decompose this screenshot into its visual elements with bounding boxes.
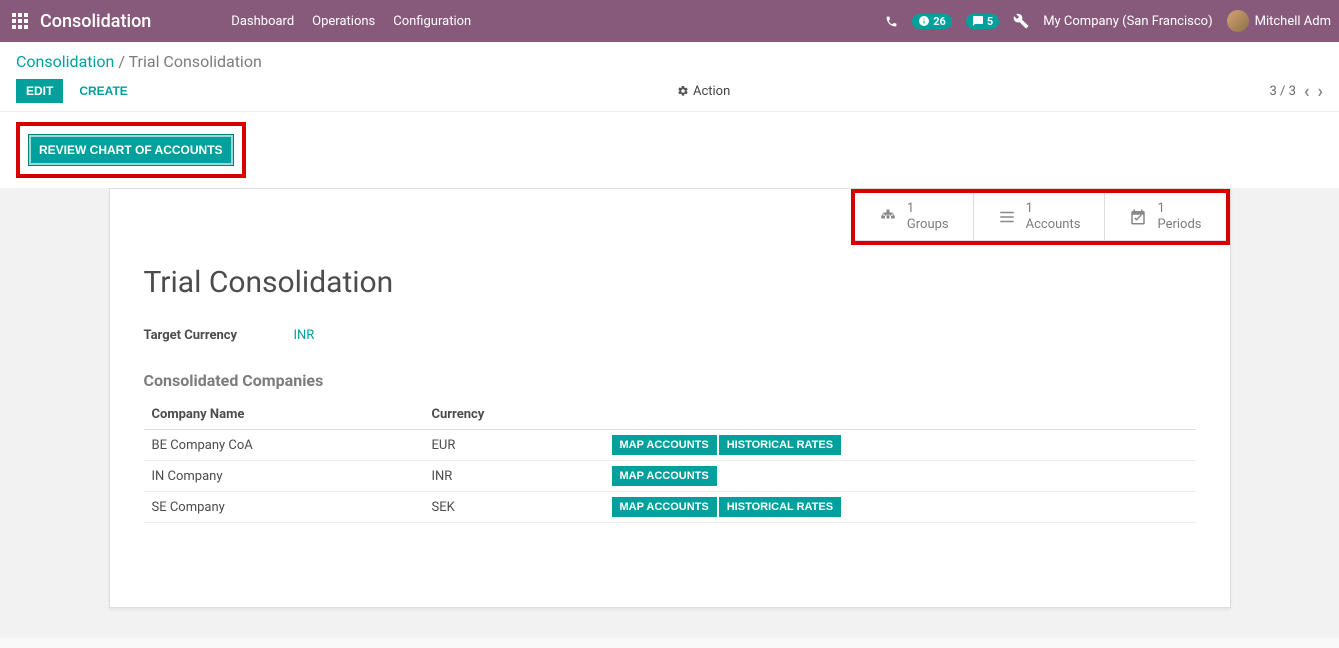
target-currency-label: Target Currency (144, 328, 294, 343)
col-actions (604, 400, 1196, 430)
messages-count: 5 (987, 15, 993, 28)
table-row[interactable]: SE CompanySEKMap AccountsHistorical Rate… (144, 492, 1196, 523)
accounts-label: Accounts (1026, 217, 1081, 233)
cell-currency: INR (424, 461, 604, 492)
nav-right: 26 5 My Company (San Francisco) Mitchell… (885, 10, 1331, 32)
breadcrumb-sep: / (114, 52, 128, 71)
action-label: Action (693, 84, 730, 99)
review-chart-button[interactable]: Review Chart of Accounts (28, 134, 234, 166)
groups-icon (879, 208, 897, 226)
cell-company: BE Company CoA (144, 430, 424, 461)
accounts-count: 1 (1026, 201, 1081, 217)
col-currency: Currency (424, 400, 604, 430)
activity-badge[interactable]: 26 (912, 14, 952, 29)
debug-icon[interactable] (1013, 13, 1029, 29)
periods-label: Periods (1157, 217, 1201, 233)
highlight-stats: 1 Groups 1 Accounts 1 Periods (851, 189, 1230, 245)
pager-text: 3 / 3 (1269, 84, 1295, 99)
breadcrumb-current: Trial Consolidation (129, 52, 262, 71)
cell-currency: SEK (424, 492, 604, 523)
map-accounts-button[interactable]: Map Accounts (612, 435, 717, 455)
cell-company: IN Company (144, 461, 424, 492)
map-accounts-button[interactable]: Map Accounts (612, 497, 717, 517)
control-panel: Consolidation / Trial Consolidation Edit… (0, 42, 1339, 111)
highlight-review: Review Chart of Accounts (16, 122, 246, 178)
user-menu[interactable]: Mitchell Adm (1227, 10, 1331, 32)
historical-rates-button[interactable]: Historical Rates (719, 497, 841, 517)
gear-icon (677, 85, 689, 97)
groups-label: Groups (907, 217, 949, 233)
nav-menu: Dashboard Operations Configuration (231, 14, 471, 29)
page-title: Trial Consolidation (144, 265, 1196, 300)
apps-icon[interactable] (8, 13, 40, 29)
col-company: Company Name (144, 400, 424, 430)
table-row[interactable]: BE Company CoAEURMap AccountsHistorical … (144, 430, 1196, 461)
cell-currency: EUR (424, 430, 604, 461)
nav-dashboard[interactable]: Dashboard (231, 14, 294, 29)
stat-periods[interactable]: 1 Periods (1104, 193, 1225, 241)
section-title: Consolidated Companies (144, 371, 1196, 390)
groups-count: 1 (907, 201, 949, 217)
table-row[interactable]: IN CompanyINR Map Accounts (144, 461, 1196, 492)
phone-icon[interactable] (885, 15, 898, 28)
nav-operations[interactable]: Operations (312, 14, 375, 29)
form-sheet: 1 Groups 1 Accounts 1 Periods (109, 188, 1231, 608)
accounts-icon (998, 208, 1016, 226)
breadcrumb-root[interactable]: Consolidation (16, 52, 114, 71)
status-bar: Review Chart of Accounts (0, 111, 1339, 188)
create-button[interactable]: Create (69, 79, 137, 103)
cell-actions: Map AccountsHistorical Rates (604, 492, 1196, 523)
nav-configuration[interactable]: Configuration (393, 14, 471, 29)
user-name: Mitchell Adm (1255, 14, 1331, 29)
cell-company: SE Company (144, 492, 424, 523)
messages-badge[interactable]: 5 (966, 14, 999, 29)
pager-prev[interactable]: ‹ (1304, 81, 1310, 102)
activity-count: 26 (933, 15, 946, 28)
historical-rates-button[interactable]: Historical Rates (719, 435, 841, 455)
edit-button[interactable]: Edit (16, 79, 63, 103)
pager-next[interactable]: › (1318, 81, 1323, 102)
breadcrumb: Consolidation / Trial Consolidation (16, 52, 1323, 71)
companies-table: Company Name Currency BE Company CoAEURM… (144, 400, 1196, 523)
target-currency-value[interactable]: INR (294, 328, 315, 343)
stat-accounts[interactable]: 1 Accounts (973, 193, 1105, 241)
cell-actions: Map AccountsHistorical Rates (604, 430, 1196, 461)
action-dropdown[interactable]: Action (677, 84, 730, 99)
app-brand[interactable]: Consolidation (40, 11, 231, 32)
periods-count: 1 (1157, 201, 1201, 217)
stat-groups[interactable]: 1 Groups (855, 193, 973, 241)
map-accounts-button[interactable]: Map Accounts (612, 466, 717, 486)
cell-actions: Map Accounts (604, 461, 1196, 492)
avatar (1227, 10, 1249, 32)
company-selector[interactable]: My Company (San Francisco) (1043, 14, 1212, 29)
navbar: Consolidation Dashboard Operations Confi… (0, 0, 1339, 42)
periods-icon (1129, 208, 1147, 226)
